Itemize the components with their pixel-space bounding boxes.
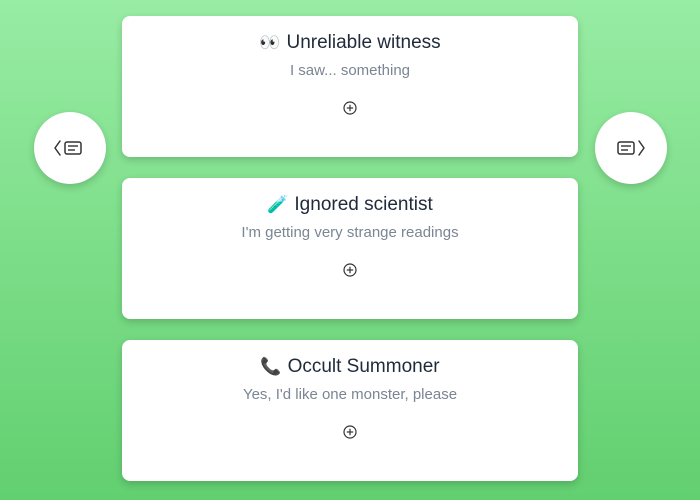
add-button[interactable] [343, 425, 357, 439]
card-title: 📞 Occult Summoner [122, 356, 578, 378]
card-unreliable-witness: 👀 Unreliable witness I saw... something [122, 16, 578, 157]
card-ignored-scientist: 🧪 Ignored scientist I'm getting very stra… [122, 178, 578, 319]
card-title-text: Unreliable witness [286, 32, 441, 53]
card-title-text: Occult Summoner [287, 356, 440, 377]
previous-button[interactable] [34, 112, 106, 184]
circle-plus-icon [343, 263, 357, 277]
card-title-text: Ignored scientist [294, 194, 433, 215]
card-title: 👀 Unreliable witness [122, 32, 578, 54]
add-button[interactable] [343, 263, 357, 277]
chevron-left-notes-icon [54, 140, 82, 156]
circle-plus-icon [343, 425, 357, 439]
circle-plus-icon [343, 101, 357, 115]
telephone-icon: 📞 [260, 357, 282, 376]
card-subtitle: I saw... something [289, 62, 411, 79]
card-occult-summoner: 📞 Occult Summoner Yes, I'd like one monst… [122, 340, 578, 481]
notes-chevron-right-icon [617, 140, 645, 156]
add-button[interactable] [343, 101, 357, 115]
card-title: 🧪 Ignored scientist [122, 194, 578, 216]
eyes-icon: 👀 [259, 33, 281, 52]
card-subtitle: Yes, I'd like one monster, please [242, 386, 458, 403]
next-button[interactable] [595, 112, 667, 184]
card-subtitle: I'm getting very strange readings [241, 224, 459, 241]
test-tube-icon: 🧪 [267, 195, 289, 214]
